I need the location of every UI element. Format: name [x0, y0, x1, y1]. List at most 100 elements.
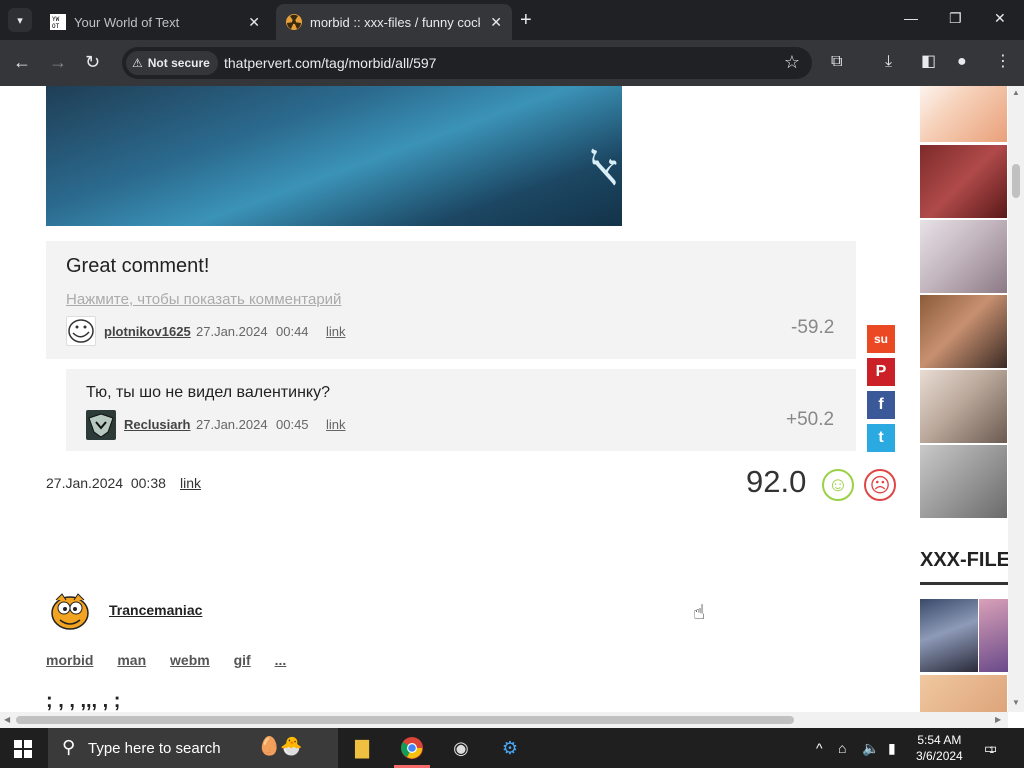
windows-start-icon[interactable] — [14, 740, 32, 758]
scroll-thumb[interactable] — [16, 716, 794, 724]
vertical-scrollbar[interactable]: ▲ ▼ — [1008, 86, 1024, 712]
sidebar-thumb[interactable] — [920, 675, 1007, 712]
notification-icon[interactable]: ▭1 — [984, 740, 997, 757]
chrome-icon[interactable] — [394, 734, 430, 768]
upvote-smile-icon[interactable]: ☺ — [822, 469, 854, 501]
scroll-thumb[interactable] — [1012, 164, 1020, 198]
bookmark-star-icon[interactable]: ☆ — [784, 52, 800, 73]
scroll-right-icon[interactable]: ▶ — [995, 715, 1001, 724]
address-bar[interactable]: ⚠ Not secure thatpervert.com/tag/morbid/… — [122, 47, 812, 79]
comment-score: -59.2 — [791, 317, 835, 338]
close-icon[interactable]: ✕ — [490, 14, 502, 31]
close-window-button[interactable]: ✕ — [994, 10, 1006, 27]
scroll-left-icon[interactable]: ◀ — [4, 715, 10, 724]
post-image[interactable]: ﭏ — [46, 86, 622, 226]
sidebar-thumb[interactable] — [920, 220, 1007, 293]
forward-button[interactable]: → — [49, 52, 67, 72]
steam-icon[interactable]: ⚙ — [496, 734, 524, 762]
downvote-frown-icon[interactable]: ☹ — [864, 469, 896, 501]
page-content: ﭏ Great comment! Нажмите, чтобы показать… — [0, 86, 1008, 712]
tab-morbid[interactable]: morbid :: xxx-files / funny cocks ✕ — [276, 4, 512, 40]
security-chip[interactable]: ⚠ Not secure — [126, 51, 218, 75]
tag-man[interactable]: man — [117, 652, 146, 668]
search-icon: ⚲ — [62, 737, 76, 757]
sidebar-thumb[interactable] — [979, 599, 1008, 672]
easter-eggs-icon: 🥚🐣 — [258, 736, 303, 756]
menu-kebab-icon[interactable]: ⋮ — [995, 52, 1011, 72]
extensions-icon[interactable]: ⧉ — [831, 52, 842, 72]
taskbar-search[interactable]: ⚲ Type here to search 🥚🐣 — [48, 728, 338, 768]
tab-title: Your World of Text — [74, 14, 180, 30]
comment-link[interactable]: link — [326, 417, 346, 432]
radioactive-icon — [286, 14, 302, 30]
tag-gif[interactable]: gif — [234, 652, 251, 668]
restore-button[interactable]: ❐ — [949, 10, 962, 27]
side-panel-icon[interactable]: ◧ — [921, 52, 936, 72]
tab-title: morbid :: xxx-files / funny cocks — [310, 14, 480, 30]
back-button[interactable]: ← — [13, 52, 31, 72]
avatar[interactable] — [46, 586, 96, 636]
tag-more[interactable]: ... — [275, 652, 287, 668]
hand-cursor-icon: ☝ — [693, 602, 706, 624]
sidebar-thumb[interactable] — [920, 86, 1007, 142]
comment-date: 27.Jan.2024 — [196, 324, 268, 339]
obs-icon[interactable]: ◉ — [447, 734, 475, 762]
comment-time: 00:45 — [276, 417, 309, 432]
network-icon[interactable]: ⌂ — [838, 740, 846, 756]
notification-count: 1 — [989, 745, 995, 755]
scroll-up-icon[interactable]: ▲ — [1012, 88, 1020, 97]
windows-taskbar: ⚲ Type here to search 🥚🐣 ▇ ◉ ⚙ ^ ⌂ 🔈 ▮ 5… — [0, 728, 1024, 768]
comment-reply: Тю, ты шо не видел валентинку? Reclusiar… — [66, 369, 856, 451]
avatar[interactable] — [66, 316, 96, 346]
download-icon[interactable]: ⤓ — [885, 52, 892, 72]
reload-button[interactable]: ↻ — [85, 52, 100, 72]
close-icon[interactable]: ✕ — [248, 14, 260, 31]
post-date-day: 27.Jan.2024 — [46, 475, 124, 491]
pinterest-icon[interactable]: P — [867, 358, 895, 386]
clock-time: 5:54 AM — [917, 733, 962, 747]
post-link[interactable]: link — [180, 475, 201, 491]
sidebar-thumb[interactable] — [920, 370, 1007, 443]
tag-morbid[interactable]: morbid — [46, 652, 93, 668]
new-tab-button[interactable]: + — [520, 8, 532, 32]
show-comment-link[interactable]: Нажмите, чтобы показать комментарий — [66, 291, 341, 308]
microphone-icon[interactable]: ▮ — [888, 740, 896, 757]
sidebar-thumb[interactable] — [920, 295, 1007, 368]
volume-icon[interactable]: 🔈 — [862, 740, 879, 757]
post-title-partial: ; , , ,,, , ; — [46, 690, 121, 712]
sidebar-divider — [920, 582, 1008, 585]
post-date: 27.Jan.2024 00:38 — [46, 475, 166, 491]
sidebar-thumb[interactable] — [920, 445, 1007, 518]
tray-chevron-icon[interactable]: ^ — [816, 740, 823, 756]
post-rating: 92.0 — [746, 464, 807, 499]
scroll-down-icon[interactable]: ▼ — [1012, 698, 1020, 707]
comment-date: 27.Jan.2024 — [196, 417, 268, 432]
tag-webm[interactable]: webm — [170, 652, 210, 668]
tab-your-world-of-text[interactable]: YW OT Your World of Text ✕ — [40, 4, 270, 40]
sidebar-thumb[interactable] — [920, 599, 978, 672]
comment-time: 00:44 — [276, 324, 309, 339]
facebook-icon[interactable]: f — [867, 391, 895, 419]
minimize-button[interactable]: — — [904, 10, 918, 26]
chevron-down-icon: ▾ — [17, 14, 23, 27]
horizontal-scrollbar[interactable]: ◀ ▶ — [0, 712, 1008, 728]
comment-score: +50.2 — [786, 409, 835, 430]
twitter-icon[interactable]: t — [867, 424, 895, 452]
tab-search-button[interactable]: ▾ — [8, 8, 32, 32]
comment-author[interactable]: plotnikov1625 — [104, 324, 191, 339]
comment-link[interactable]: link — [326, 324, 346, 339]
file-explorer-icon[interactable]: ▇ — [348, 734, 376, 762]
sidebar-thumb[interactable] — [920, 145, 1007, 218]
svg-text:YW: YW — [52, 16, 60, 23]
post-author[interactable]: Trancemaniac — [109, 602, 202, 618]
url-text[interactable]: thatpervert.com/tag/morbid/all/597 — [224, 55, 436, 71]
comment-author[interactable]: Reclusiarh — [124, 417, 190, 432]
post-date-time: 00:38 — [130, 475, 166, 491]
profile-icon[interactable]: ● — [957, 52, 967, 72]
stumbleupon-icon[interactable]: su — [867, 325, 895, 353]
system-clock[interactable]: 5:54 AM 3/6/2024 — [916, 732, 963, 764]
comment-text: Тю, ты шо не видел валентинку? — [86, 384, 330, 401]
tab-strip: ▾ YW OT Your World of Text ✕ morbid :: xx… — [0, 0, 1024, 40]
security-label: Not secure — [147, 56, 210, 70]
avatar[interactable] — [86, 410, 116, 440]
